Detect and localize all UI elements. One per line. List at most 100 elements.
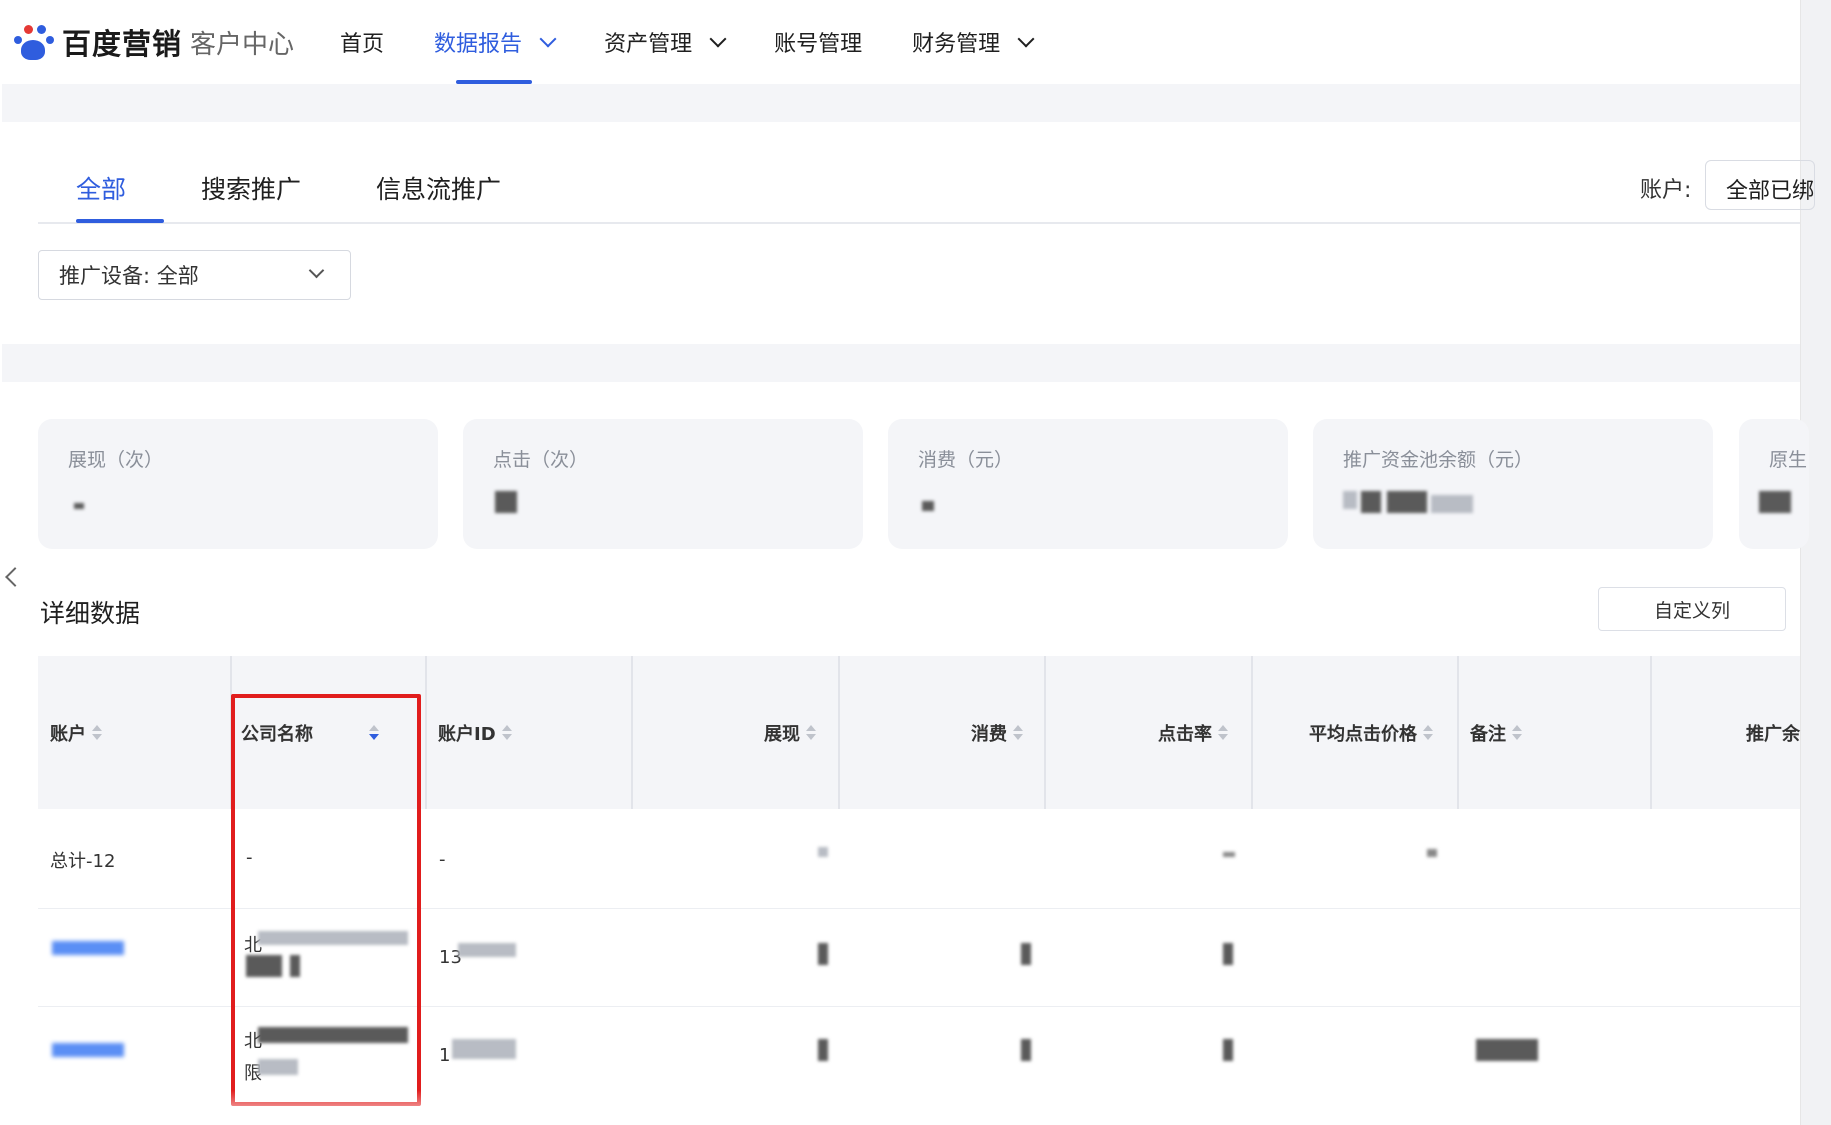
- column-label: 点击率: [1158, 723, 1212, 745]
- redacted-value: [458, 943, 516, 957]
- sort-icon[interactable]: [1013, 724, 1023, 741]
- nav-finance-management-label: 财务管理: [912, 32, 1001, 57]
- redacted-value: [258, 1027, 408, 1043]
- column-divider: [425, 656, 427, 809]
- column-label: 消费: [971, 723, 1007, 745]
- column-divider: [1044, 656, 1046, 809]
- nav-home[interactable]: 首页: [340, 0, 384, 84]
- active-tab-indicator: [76, 219, 164, 223]
- brand-name: 百度营销: [62, 27, 183, 61]
- redacted-value: [1759, 491, 1791, 513]
- stat-card-impressions: 展现（次）: [38, 419, 438, 549]
- column-divider: [838, 656, 840, 809]
- brand-subtitle: 客户中心: [190, 29, 295, 60]
- table-row[interactable]: 北 13: [38, 909, 1800, 1007]
- redacted-value: [1343, 491, 1357, 509]
- total-account-id: -: [439, 849, 446, 870]
- redacted-value: [1021, 1039, 1031, 1061]
- sort-icon[interactable]: [1218, 724, 1228, 741]
- sort-icon[interactable]: [92, 724, 102, 741]
- column-label: 账户ID: [438, 723, 496, 745]
- chevron-left-icon[interactable]: [5, 567, 25, 587]
- tab-search-promotion[interactable]: 搜索推广: [201, 170, 301, 206]
- sort-icon[interactable]: [1423, 724, 1433, 741]
- redacted-value: [1223, 943, 1233, 965]
- table-row-total: 总计-12 - -: [38, 809, 1800, 909]
- chevron-down-icon: [308, 262, 325, 279]
- column-divider: [631, 656, 633, 809]
- redacted-value: [1223, 852, 1235, 857]
- nav-finance-management[interactable]: 财务管理: [912, 0, 1035, 84]
- main-nav: 首页 数据报告 资产管理 账号管理 财务管理: [340, 0, 1082, 84]
- column-header-company-name[interactable]: 公司名称: [241, 656, 379, 809]
- column-divider: [1251, 656, 1253, 809]
- redacted-value: [1021, 943, 1031, 965]
- redacted-value: [1361, 491, 1381, 513]
- promotion-type-tabs: 全部 搜索推广 信息流推广: [38, 158, 1800, 224]
- redacted-value: [1476, 1039, 1538, 1061]
- column-divider: [1650, 656, 1652, 809]
- chevron-down-icon: [1017, 30, 1035, 48]
- column-header-impressions[interactable]: 展现: [764, 656, 816, 809]
- column-label: 账户: [50, 723, 86, 745]
- redacted-value: [1387, 491, 1427, 513]
- sort-icon[interactable]: [501, 724, 512, 741]
- device-filter-select[interactable]: 推广设备: 全部: [38, 250, 351, 300]
- nav-data-report-label: 数据报告: [434, 32, 523, 57]
- redacted-value: [1223, 1039, 1233, 1061]
- account-filter-label: 账户:: [1640, 178, 1692, 203]
- redacted-value: [818, 1039, 828, 1061]
- custom-columns-button[interactable]: 自定义列: [1598, 587, 1786, 631]
- redacted-value: [258, 931, 408, 945]
- account-link-redacted[interactable]: [52, 941, 124, 955]
- tab-all[interactable]: 全部: [76, 170, 126, 206]
- redacted-value: [452, 1039, 516, 1059]
- account-id-prefix: 1: [439, 1045, 451, 1066]
- stat-card-native: 原生: [1739, 419, 1809, 549]
- account-link-redacted[interactable]: [52, 1043, 124, 1057]
- redacted-value: [246, 955, 282, 977]
- nav-asset-management-label: 资产管理: [604, 32, 693, 57]
- bottom-fade: [0, 1090, 1800, 1125]
- column-header-avg-cpc[interactable]: 平均点击价格: [1309, 656, 1433, 809]
- column-label: 平均点击价格: [1309, 723, 1417, 745]
- column-header-notes[interactable]: 备注: [1470, 656, 1522, 809]
- sort-icon[interactable]: [806, 724, 816, 741]
- stat-title: 推广资金池余额（元）: [1343, 449, 1534, 471]
- total-label: 总计-12: [50, 851, 116, 872]
- redacted-value: [290, 955, 300, 977]
- nav-home-label: 首页: [340, 32, 385, 57]
- device-filter-value: 推广设备: 全部: [59, 264, 199, 288]
- column-label: 推广余: [1746, 723, 1800, 745]
- sort-icon[interactable]: [1512, 724, 1522, 741]
- column-header-ctr[interactable]: 点击率: [1158, 656, 1228, 809]
- top-navigation: 百度营销 客户中心 首页 数据报告 资产管理 账号管理 财务管理: [0, 0, 1800, 84]
- column-header-account-id[interactable]: 账户ID: [438, 656, 512, 809]
- tab-feed-promotion[interactable]: 信息流推广: [376, 170, 501, 206]
- chevron-down-icon: [539, 30, 557, 48]
- redacted-value: [922, 501, 934, 511]
- nav-asset-management[interactable]: 资产管理: [604, 0, 727, 84]
- sort-desc-icon[interactable]: [369, 724, 379, 741]
- baidu-marketing-logo[interactable]: 百度营销 客户中心: [12, 21, 294, 63]
- column-label: 公司名称: [241, 723, 313, 745]
- account-select[interactable]: 全部已绑: [1705, 160, 1815, 210]
- redacted-value: [818, 943, 828, 965]
- column-label: 展现: [764, 723, 800, 745]
- nav-account-management[interactable]: 账号管理: [774, 0, 862, 84]
- column-header-account[interactable]: 账户: [50, 656, 102, 809]
- total-company: -: [246, 847, 253, 868]
- nav-data-report[interactable]: 数据报告: [434, 0, 557, 84]
- redacted-value: [818, 847, 828, 857]
- column-label: 备注: [1470, 723, 1506, 745]
- stat-card-fund-pool-balance: 推广资金池余额（元）: [1313, 419, 1713, 549]
- baidu-paw-icon: [12, 22, 56, 62]
- column-header-spend[interactable]: 消费: [971, 656, 1023, 809]
- nav-account-management-label: 账号管理: [774, 32, 863, 57]
- stat-card-clicks: 点击（次）: [463, 419, 863, 549]
- stat-card-spend: 消费（元）: [888, 419, 1288, 549]
- stat-title: 消费（元）: [918, 449, 1014, 471]
- stat-title: 原生: [1769, 449, 1808, 471]
- stat-title: 点击（次）: [493, 449, 589, 471]
- column-header-promo-balance[interactable]: 推广余: [1746, 656, 1800, 809]
